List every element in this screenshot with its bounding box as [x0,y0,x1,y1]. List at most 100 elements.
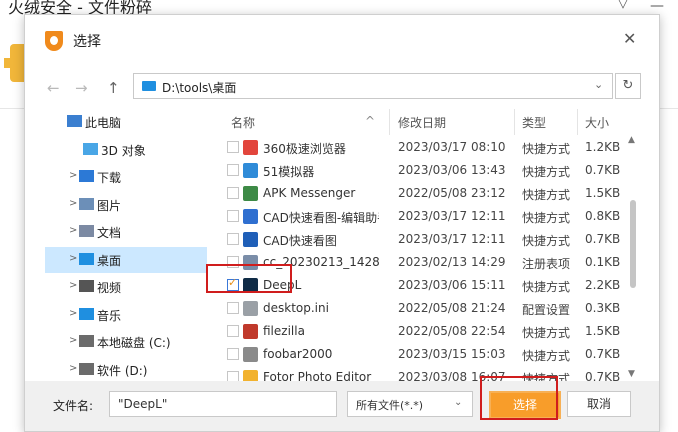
close-button[interactable]: ✕ [623,29,636,48]
file-name: CAD快速看图-编辑助手 [263,211,379,225]
back-button[interactable]: ← [47,79,60,97]
chevron-down-icon[interactable]: ⌄ [594,78,603,91]
file-type: 快捷方式 [522,234,571,248]
file-name: DeepL [263,278,302,292]
row-checkbox[interactable] [227,302,239,314]
forward-button[interactable]: → [75,79,88,97]
desktop-icon [79,252,94,265]
sidebar-item[interactable]: > 软件 (D:) [45,357,207,382]
file-type: 快捷方式 [522,165,571,179]
monitor-icon [142,81,156,91]
file-type: 配置设置 [522,303,571,317]
file-row[interactable]: cc_20230213_142857.reg 2023/02/13 14:29 注册… [209,251,625,274]
file-date: 2023/03/15 15:03 [398,347,506,361]
file-size: 1.5KB [585,324,621,338]
dialog-title: 选择 [73,34,101,50]
row-checkbox[interactable] [227,141,239,153]
row-checkbox[interactable] [227,256,239,268]
column-name[interactable]: 名称 [231,114,255,131]
sidebar-item[interactable]: > 文档 [45,219,207,245]
chevron-right-icon[interactable]: > [69,308,77,319]
file-name: foobar2000 [263,347,333,361]
row-checkbox[interactable] [227,233,239,245]
row-checkbox[interactable] [227,164,239,176]
column-separator[interactable] [389,109,390,135]
row-checkbox[interactable] [227,348,239,360]
file-row[interactable]: 51模拟器 2023/03/06 13:43 快捷方式 0.7KB [209,159,625,182]
reg-file-icon [243,255,258,270]
address-bar[interactable]: D:\tools\桌面 ⌄ [133,73,613,99]
file-name: 360极速浏览器 [263,142,346,156]
file-row[interactable]: APK Messenger 2022/05/08 23:12 快捷方式 1.5KB [209,182,625,205]
chevron-right-icon[interactable]: > [69,335,77,346]
filename-input[interactable]: "DeepL" [109,391,337,417]
sidebar-item[interactable]: > 音乐 [45,302,207,328]
sidebar-item[interactable]: > 桌面 [45,246,207,273]
column-separator[interactable] [577,109,578,135]
scroll-up-icon[interactable]: ▲ [628,135,635,145]
sidebar-item[interactable]: > 图片 [45,192,207,218]
row-checkbox[interactable] [227,371,239,381]
row-checkbox[interactable] [227,276,239,291]
file-row[interactable]: 360极速浏览器 2023/03/17 08:10 快捷方式 1.2KB [209,136,625,159]
file-select-dialog: 选择 ✕ ← → ↑ D:\tools\桌面 ⌄ ↻ 此电脑 3D 对象 > 下载 > 图… [24,14,660,432]
foobar-icon [243,347,258,362]
file-name: 51模拟器 [263,165,315,179]
chevron-right-icon[interactable]: > [69,170,77,181]
music-icon [79,307,94,320]
file-size: 0.7KB [585,370,621,381]
chevron-right-icon[interactable]: > [69,280,77,291]
column-header: 名称 ^ 修改日期 类型 大小 [209,109,641,135]
select-button[interactable]: 选择 [489,391,561,419]
filename-value: "DeepL" [118,397,168,411]
file-size: 2.2KB [585,278,621,292]
column-separator[interactable] [514,109,515,135]
file-row[interactable]: filezilla 2022/05/08 22:54 快捷方式 1.5KB [209,320,625,343]
sidebar-item[interactable]: 此电脑 [45,109,207,135]
file-row[interactable]: DeepL 2023/03/06 15:11 快捷方式 2.2KB [209,274,625,297]
chevron-down-icon[interactable]: ▽ [618,0,628,11]
file-row[interactable]: foobar2000 2023/03/15 15:03 快捷方式 0.7KB [209,343,625,366]
file-row[interactable]: CAD快速看图 2023/03/17 12:11 快捷方式 0.7KB [209,228,625,251]
sidebar-item-label: 本地磁盘 (C:) [97,336,171,350]
scroll-down-icon[interactable]: ▼ [628,369,635,379]
filetype-select[interactable]: 所有文件(*.*) ⌄ [347,391,473,417]
sidebar-item[interactable]: > 视频 [45,274,207,300]
file-type: 快捷方式 [522,280,571,294]
sidebar-item[interactable]: > 下载 [45,164,207,190]
sidebar-item-label: 3D 对象 [101,143,146,158]
chevron-right-icon[interactable]: > [69,253,77,264]
column-type[interactable]: 类型 [522,114,546,131]
file-list: 名称 ^ 修改日期 类型 大小 360极速浏览器 2023/03/17 08:10… [209,109,641,381]
row-checkbox[interactable] [227,187,239,199]
column-size[interactable]: 大小 [585,114,609,131]
column-date[interactable]: 修改日期 [398,114,446,131]
ini-file-icon [243,301,258,316]
up-button[interactable]: ↑ [107,79,120,97]
sidebar-item-label: 音乐 [97,308,122,323]
file-row[interactable]: CAD快速看图-编辑助手 2023/03/17 12:11 快捷方式 0.8KB [209,205,625,228]
sidebar-item[interactable]: > 本地磁盘 (C:) [45,329,207,355]
file-row[interactable]: desktop.ini 2022/05/08 21:24 配置设置 0.3KB [209,297,625,320]
file-date: 2023/03/17 12:11 [398,232,506,246]
minimize-button[interactable]: — [650,0,664,14]
chevron-right-icon[interactable]: > [69,363,77,374]
file-name: APK Messenger [263,186,356,200]
cancel-button[interactable]: 取消 [567,391,631,417]
sidebar-item-label: 下载 [97,171,122,185]
sidebar-item-label: 软件 (D:) [97,363,148,378]
vertical-scrollbar[interactable]: ▲ ▼ [625,135,641,381]
chevron-right-icon[interactable]: > [69,198,77,209]
file-date: 2023/03/17 08:10 [398,140,506,154]
dialog-footer: 文件名: "DeepL" 所有文件(*.*) ⌄ 选择 取消 [25,381,659,431]
chevron-right-icon[interactable]: > [69,225,77,236]
file-row[interactable]: Fotor Photo Editor 2023/03/08 16:07 快捷方式 0.… [209,366,625,381]
cad-editor-icon [243,209,258,224]
row-checkbox[interactable] [227,325,239,337]
row-checkbox[interactable] [227,210,239,222]
sidebar-item[interactable]: 3D 对象 [45,137,207,163]
apk-icon [243,186,258,201]
refresh-button[interactable]: ↻ [615,73,641,99]
address-path: D:\tools\桌面 [162,81,237,95]
scroll-thumb[interactable] [630,200,636,288]
